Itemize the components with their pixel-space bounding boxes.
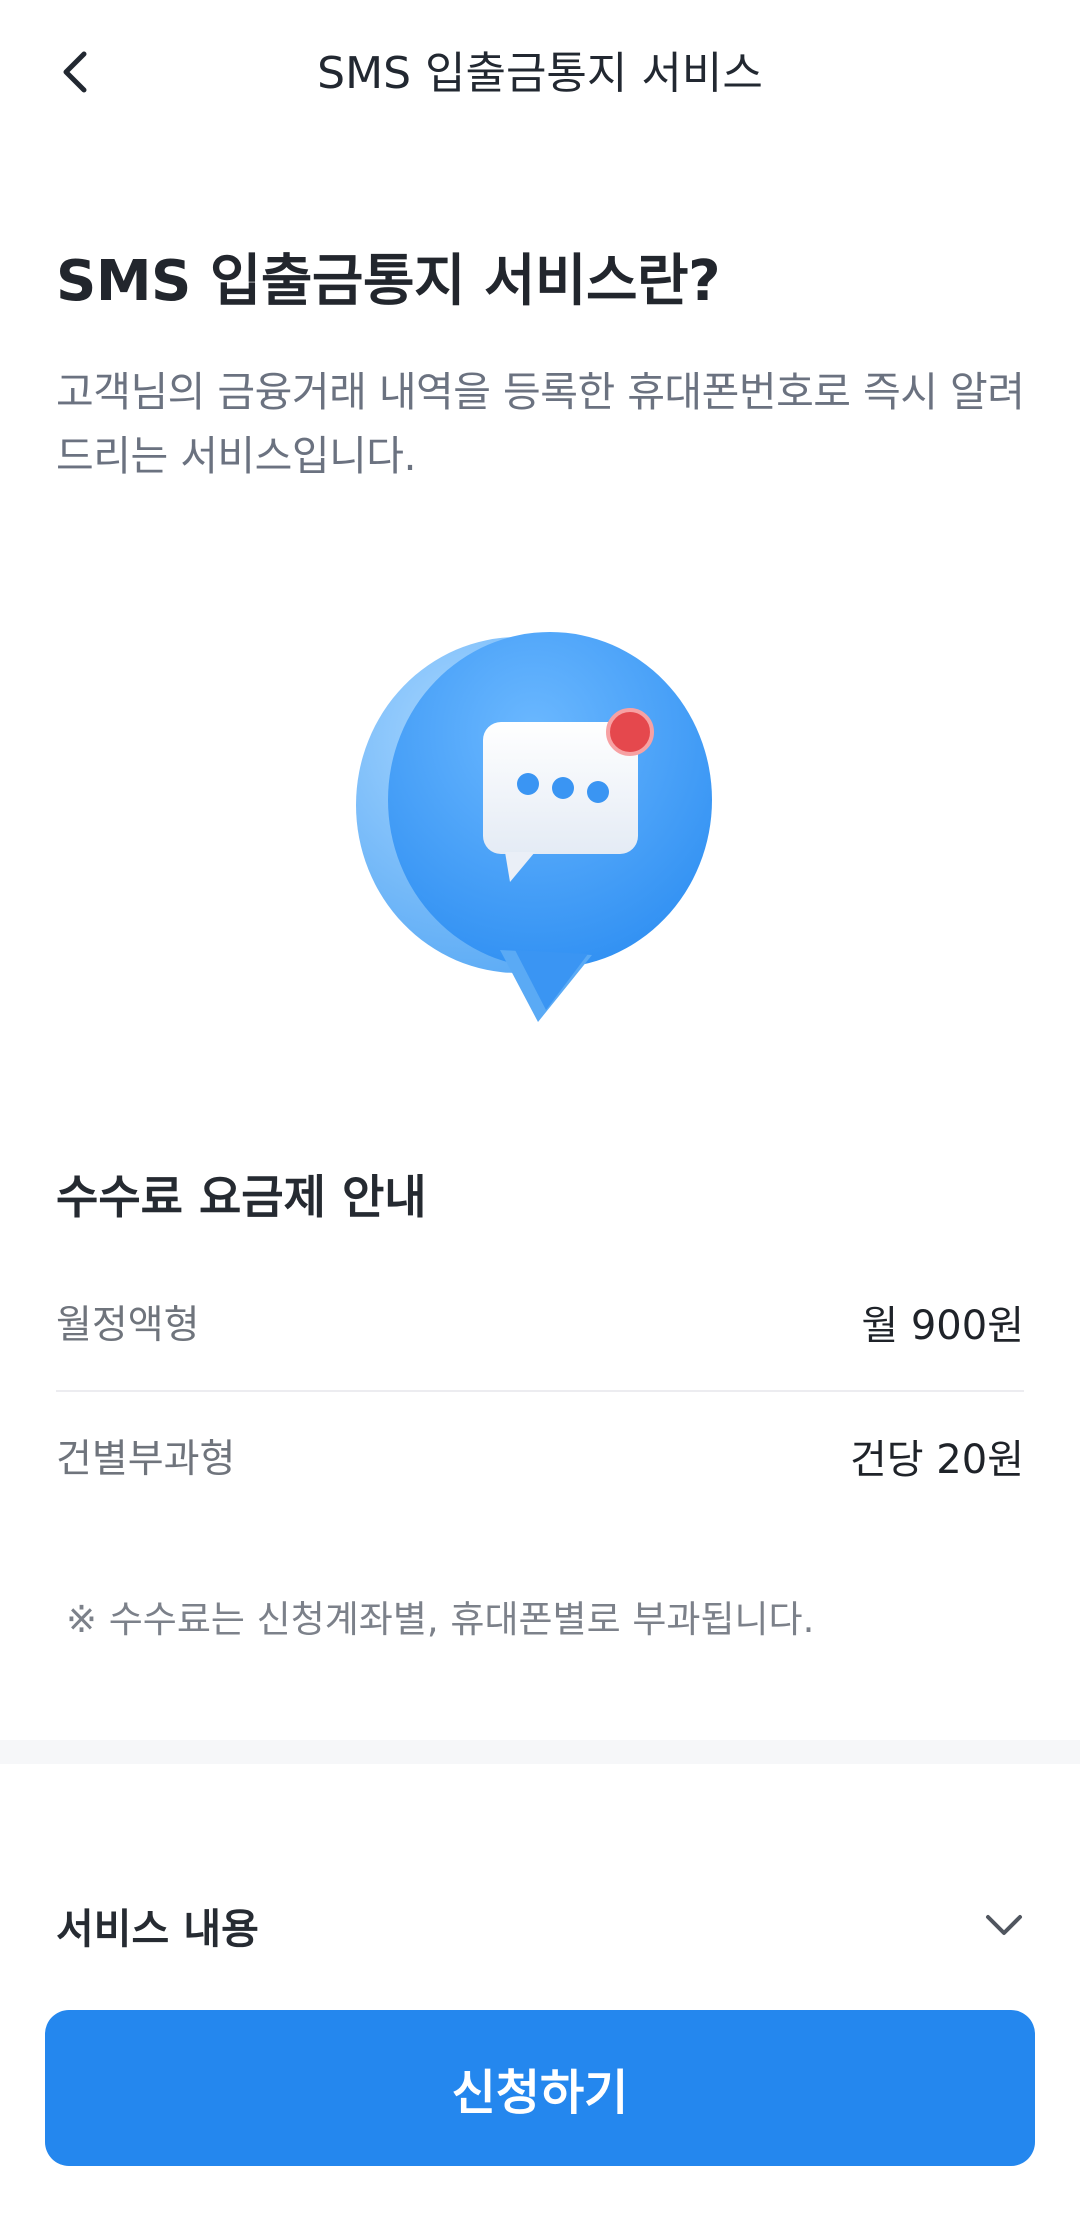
chat-bubble-notification-icon	[350, 620, 730, 1040]
fee-section-title: 수수료 요금제 안내	[56, 1170, 427, 1224]
section-divider	[0, 1740, 1080, 1764]
intro-description: 고객님의 금융거래 내역을 등록한 휴대폰번호로 즉시 알려드리는 서비스입니다…	[56, 368, 1025, 480]
chevron-down-icon	[986, 1915, 1022, 1935]
fee-label: 건별부과형	[56, 1437, 236, 1482]
fee-value: 월 900원	[861, 1303, 1024, 1349]
apply-button[interactable]: 신청하기	[45, 2010, 1035, 2166]
intro-heading: SMS 입출금통지 서비스란?	[56, 249, 721, 314]
fee-note: ※ 수수료는 신청계좌별, 휴대폰별로 부과됩니다.	[66, 1598, 815, 1641]
service-details-toggle[interactable]: 서비스 내용	[56, 1890, 1024, 1960]
fee-value: 건당 20원	[849, 1437, 1024, 1483]
fee-row-per-item: 건별부과형 건당 20원	[56, 1416, 1024, 1496]
page-title: SMS 입출금통지 서비스	[317, 48, 763, 99]
fee-label: 월정액형	[56, 1303, 200, 1348]
divider	[56, 1390, 1024, 1392]
fee-row-monthly: 월정액형 월 900원	[56, 1282, 1024, 1362]
app-header: SMS 입출금통지 서비스	[0, 0, 1080, 150]
service-details-label: 서비스 내용	[56, 1905, 259, 1953]
